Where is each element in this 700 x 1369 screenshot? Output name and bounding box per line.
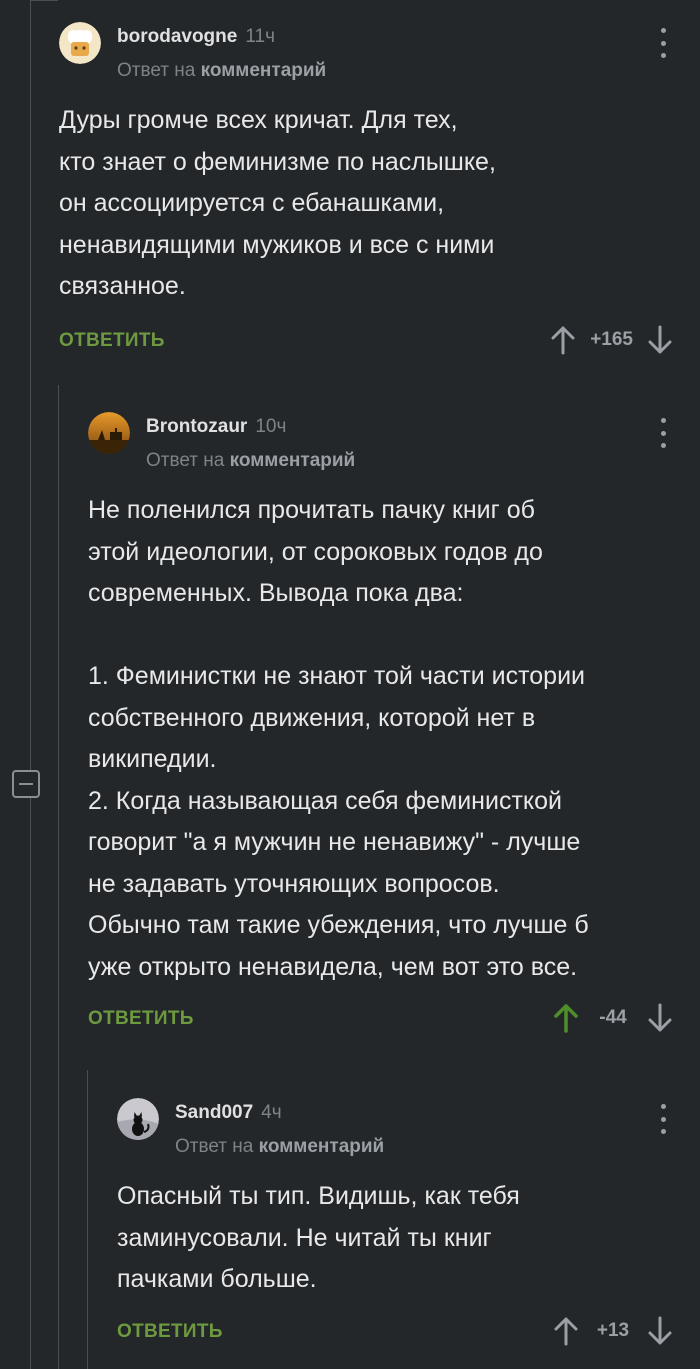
reply-button[interactable]: ОТВЕТИТЬ bbox=[59, 330, 165, 352]
comment-text: Опасный ты тип. Видишь, как тебя заминус… bbox=[117, 1182, 520, 1293]
collapse-thread-button[interactable] bbox=[12, 770, 40, 798]
avatar-cat-icon bbox=[117, 1098, 159, 1140]
username[interactable]: borodavogne 11ч bbox=[117, 26, 275, 48]
comment-time: 10ч bbox=[255, 416, 287, 437]
vote-score: +165 bbox=[590, 328, 633, 350]
username[interactable]: Brontozaur 10ч bbox=[146, 416, 286, 438]
reply-button[interactable]: ОТВЕТИТЬ bbox=[88, 1008, 194, 1030]
downvote-arrow-icon[interactable] bbox=[647, 325, 673, 355]
more-options-icon[interactable] bbox=[653, 28, 673, 58]
thread-line-level3 bbox=[87, 1070, 88, 1369]
avatar-landscape-icon bbox=[88, 412, 130, 454]
thread-line-level1 bbox=[30, 0, 31, 1369]
vote-controls: -44 bbox=[553, 1000, 673, 1036]
reply-to-line: Ответ на комментарий bbox=[146, 450, 356, 471]
reply-button[interactable]: ОТВЕТИТЬ bbox=[117, 1321, 223, 1343]
vote-score: +13 bbox=[596, 1319, 630, 1341]
more-options-icon[interactable] bbox=[653, 418, 673, 448]
upvote-arrow-icon[interactable] bbox=[550, 325, 576, 355]
comment-header: Sand007 4ч Ответ на комментарий bbox=[117, 1096, 673, 1158]
comment-actions: ОТВЕТИТЬ -44 bbox=[88, 1000, 673, 1040]
minus-icon bbox=[19, 783, 33, 785]
avatar[interactable] bbox=[117, 1098, 159, 1140]
comment-header: borodavogne 11ч Ответ на комментарий bbox=[59, 20, 673, 82]
comment-actions: ОТВЕТИТЬ +13 bbox=[117, 1313, 673, 1353]
more-options-icon[interactable] bbox=[653, 1104, 673, 1134]
avatar[interactable] bbox=[88, 412, 130, 454]
vote-controls: +13 bbox=[553, 1313, 673, 1349]
vote-score: -44 bbox=[599, 1007, 627, 1028]
comment-time: 11ч bbox=[245, 26, 275, 47]
thread-line-level2 bbox=[58, 385, 59, 1369]
comment-1: borodavogne 11ч Ответ на комментарий Дуры… bbox=[59, 20, 673, 362]
upvote-arrow-icon[interactable] bbox=[553, 1003, 579, 1033]
comment-text: Не поленился прочитать пачку книг об это… bbox=[88, 496, 589, 981]
comment-thread: borodavogne 11ч Ответ на комментарий Дуры… bbox=[0, 0, 700, 1369]
vote-controls: +165 bbox=[550, 322, 673, 358]
avatar-chef-icon bbox=[59, 22, 101, 64]
username[interactable]: Sand007 4ч bbox=[175, 1102, 282, 1124]
upvote-arrow-icon[interactable] bbox=[553, 1316, 579, 1346]
avatar[interactable] bbox=[59, 22, 101, 64]
comment-text: Дуры громче всех кричат. Для тех, кто зн… bbox=[59, 106, 496, 300]
comment-actions: ОТВЕТИТЬ +165 bbox=[59, 322, 673, 362]
comment-time: 4ч bbox=[261, 1102, 282, 1123]
reply-to-link[interactable]: комментарий bbox=[201, 60, 327, 81]
reply-to-link[interactable]: комментарий bbox=[230, 450, 356, 471]
reply-to-line: Ответ на комментарий bbox=[117, 60, 327, 81]
comment-header: Brontozaur 10ч Ответ на комментарий bbox=[88, 410, 673, 472]
comment-2: Brontozaur 10ч Ответ на комментарий Не по… bbox=[88, 410, 673, 1040]
comment-3: Sand007 4ч Ответ на комментарий Опасный т… bbox=[117, 1096, 673, 1353]
thread-connector bbox=[30, 0, 58, 1]
reply-to-link[interactable]: комментарий bbox=[259, 1136, 385, 1157]
downvote-arrow-icon[interactable] bbox=[647, 1316, 673, 1346]
downvote-arrow-icon[interactable] bbox=[647, 1003, 673, 1033]
reply-to-line: Ответ на комментарий bbox=[175, 1136, 385, 1157]
